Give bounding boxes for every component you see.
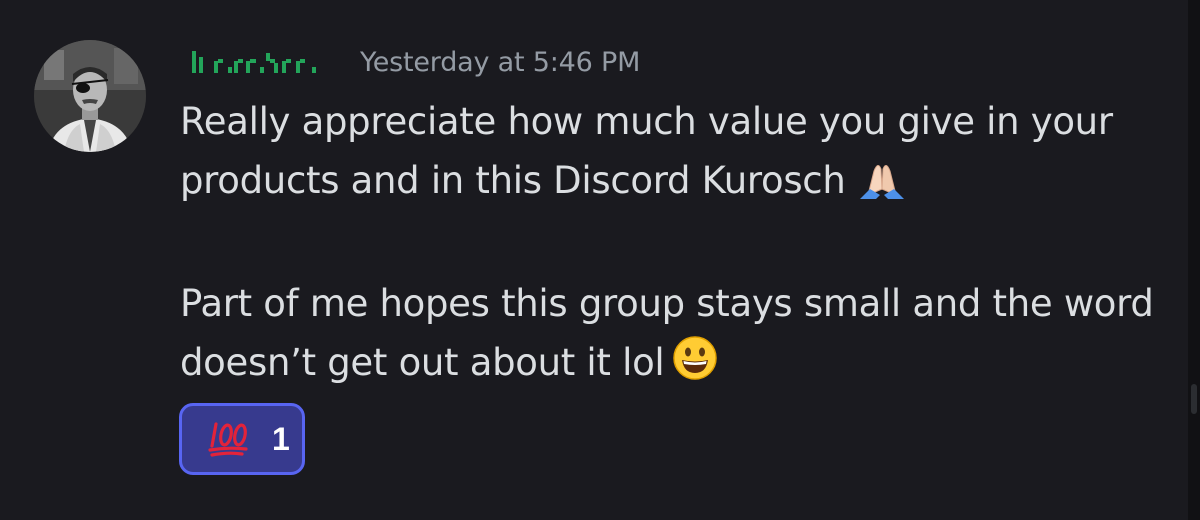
folded-hands-icon	[854, 157, 910, 216]
chat-message: Yesterday at 5:46 PM Really appreciate h…	[0, 0, 1188, 520]
message-text: Part of me hopes this group stays small …	[180, 282, 1154, 384]
message-paragraph: Part of me hopes this group stays small …	[180, 274, 1160, 398]
hundred-points-icon	[208, 422, 248, 457]
message-paragraph: Really appreciate how much value you giv…	[180, 92, 1160, 216]
reaction-100[interactable]: 1	[179, 403, 305, 475]
message-text: Really appreciate how much value you giv…	[180, 100, 1113, 202]
avatar-photo	[34, 40, 146, 152]
message-header: Yesterday at 5:46 PM	[190, 40, 640, 84]
username-link[interactable]	[190, 47, 340, 77]
scrollbar-thumb[interactable]	[1191, 384, 1197, 414]
reaction-count: 1	[272, 420, 290, 457]
avatar[interactable]	[34, 40, 146, 152]
message-timestamp[interactable]: Yesterday at 5:46 PM	[360, 47, 640, 78]
scrollbar-track[interactable]	[1188, 0, 1200, 520]
grinning-face-icon	[672, 335, 718, 398]
message-content: Really appreciate how much value you giv…	[180, 92, 1160, 398]
